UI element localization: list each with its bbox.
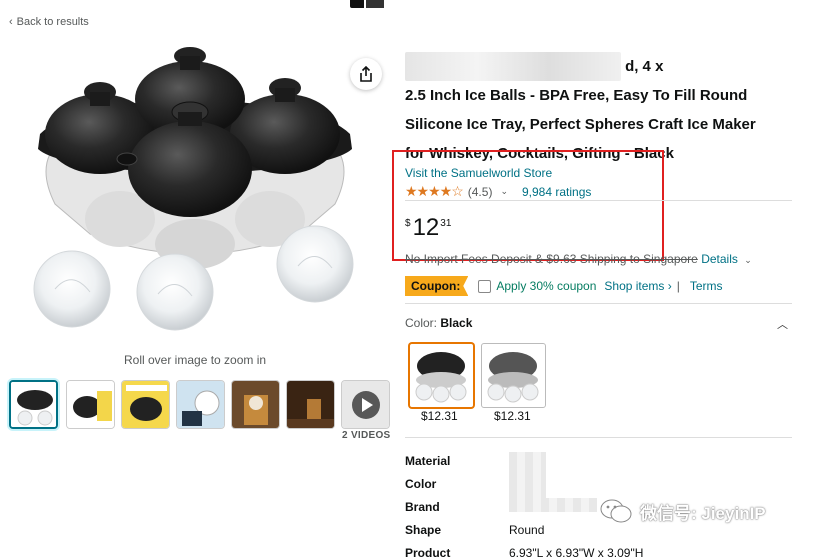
coupon-checkbox[interactable]: [478, 279, 492, 293]
color-label: Color: Black: [405, 316, 473, 330]
spec-key: Brand: [405, 500, 440, 514]
share-button[interactable]: [350, 58, 382, 90]
header-device-icon: [350, 0, 386, 10]
thumbnail-2[interactable]: [66, 380, 115, 429]
spec-value-redacted: [509, 498, 597, 512]
spec-key: Shape: [405, 523, 442, 537]
share-icon: [360, 66, 372, 82]
divider: [405, 200, 792, 201]
spec-key: Product: [405, 546, 451, 560]
coupon-row: Coupon: Apply 30% coupon Shop items › | …: [405, 276, 723, 296]
spec-key: Material: [405, 454, 451, 468]
divider: [405, 303, 792, 304]
thumbnail-6[interactable]: [286, 380, 335, 429]
spec-value: Round: [509, 523, 545, 537]
videos-count[interactable]: 2 VIDEOS: [342, 430, 391, 441]
details-link[interactable]: Details: [701, 252, 738, 266]
chevron-up-icon[interactable]: ︿: [777, 316, 788, 332]
title-redacted: Samuelworld Ice Ball Mold Tra: [405, 52, 621, 81]
apply-coupon-label[interactable]: Apply 30% coupon: [496, 279, 596, 293]
divider: [405, 437, 792, 438]
thumbnail-4[interactable]: [176, 380, 225, 429]
video-thumbnail[interactable]: [341, 380, 390, 429]
thumbnail-5[interactable]: [231, 380, 280, 429]
shop-items-link[interactable]: Shop items ›: [604, 279, 671, 293]
rating-value[interactable]: (4.5): [468, 185, 493, 199]
thumbnail-1[interactable]: [9, 380, 58, 429]
color-swatch-gray[interactable]: [481, 343, 546, 408]
price: $ 12 31: [405, 214, 452, 241]
wechat-icon: [600, 499, 632, 523]
chevron-left-icon: ‹: [9, 16, 13, 28]
thumbnail-3[interactable]: [121, 380, 170, 429]
spec-value: 6.93"L x 6.93"W x 3.09"H: [509, 546, 644, 560]
watermark: 微信号: JieyinIP: [600, 498, 766, 524]
chevron-down-icon[interactable]: ⌄: [500, 186, 508, 197]
coupon-badge: Coupon:: [405, 276, 469, 296]
rating-row: ★★★★☆ (4.5) ⌄ 9,984 ratings: [405, 183, 591, 200]
spec-key: Color: [405, 477, 437, 491]
store-link[interactable]: Visit the Samuelworld Store: [405, 166, 552, 180]
ratings-count-link[interactable]: 9,984 ratings: [522, 185, 591, 199]
swatch-price: $12.31: [494, 409, 531, 423]
main-product-image[interactable]: [30, 44, 360, 344]
swatch-price: $12.31: [421, 409, 458, 423]
zoom-hint: Roll over image to zoom in: [124, 353, 267, 367]
back-to-results-link[interactable]: ‹ Back to results: [9, 16, 89, 28]
color-swatch-black[interactable]: [409, 343, 474, 408]
shipping-info: No Import Fees Deposit & $9.63 Shipping …: [405, 252, 752, 266]
star-rating-icon[interactable]: ★★★★☆: [405, 183, 464, 200]
terms-link[interactable]: Terms: [690, 279, 723, 293]
chevron-down-icon[interactable]: ⌄: [744, 255, 752, 265]
